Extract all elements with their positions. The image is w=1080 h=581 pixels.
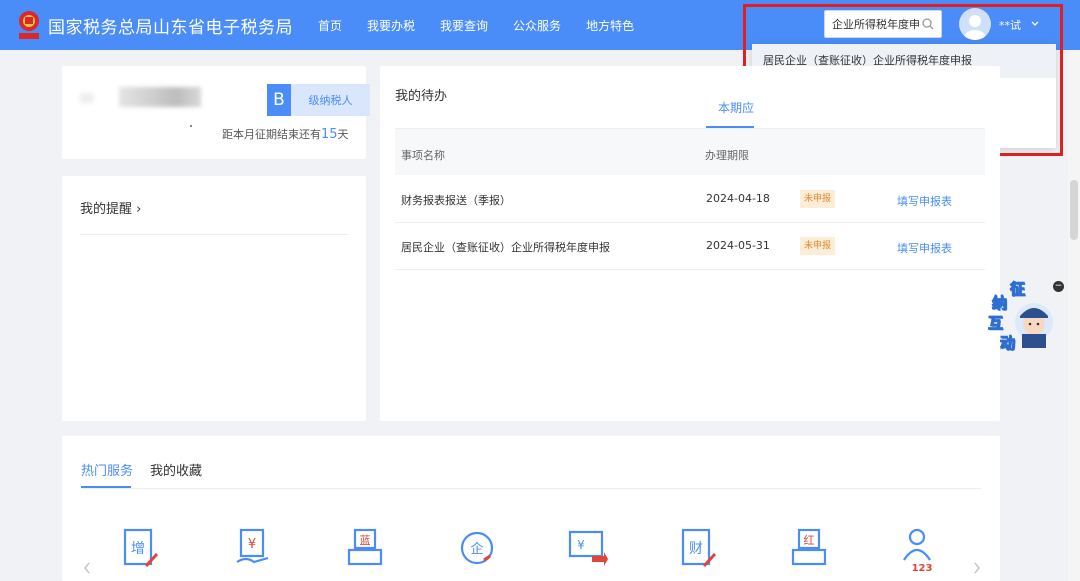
finance-report-icon[interactable]: 财 xyxy=(680,526,720,572)
close-icon[interactable]: − xyxy=(1053,281,1064,292)
icon-glyph: 红 xyxy=(804,534,815,547)
nav-public-service[interactable]: 公众服务 xyxy=(513,17,561,34)
user-avatar[interactable] xyxy=(959,8,991,40)
status-badge: 未申报 xyxy=(800,190,836,208)
search-input[interactable] xyxy=(832,17,920,31)
todo-title: 我的待办 xyxy=(395,89,448,104)
search-box xyxy=(824,10,942,38)
tab-hot-services[interactable]: 热门服务 xyxy=(81,460,133,479)
table-row: 居民企业（查账征收）企业所得税年度申报 2024-05-31 未申报 填写申报表 xyxy=(395,223,985,270)
decorative-dot xyxy=(190,125,192,127)
rmb-transfer-icon[interactable]: ¥ xyxy=(568,526,608,572)
divider xyxy=(80,234,348,235)
fill-declaration-link[interactable]: 填写申报表 xyxy=(897,240,952,256)
scrollbar-thumb[interactable] xyxy=(1070,180,1078,240)
chevron-right-icon[interactable] xyxy=(972,561,982,575)
redacted-company-name xyxy=(119,87,201,107)
table-row: 财务报表报送（季报） 2024-04-18 未申报 填写申报表 xyxy=(395,176,985,223)
vat-invoice-icon[interactable]: 增 xyxy=(122,526,162,572)
nav-tax-handling[interactable]: 我要办税 xyxy=(367,17,415,34)
user-silhouette-icon xyxy=(964,15,986,40)
nav-local-features[interactable]: 地方特色 xyxy=(586,17,634,34)
services-card: 热门服务 我的收藏 增 ¥ 蓝 企 ¥ 财 红 123 xyxy=(62,436,1000,581)
credit-level-letter: B xyxy=(267,84,291,116)
tab-current-period[interactable]: 本期应 xyxy=(718,99,754,116)
icon-glyph: ¥ xyxy=(577,538,585,552)
nav-query[interactable]: 我要查询 xyxy=(440,17,488,34)
main-nav: 首页 我要办税 我要查询 公众服务 地方特色 xyxy=(318,0,659,50)
user-123-icon[interactable]: 123 xyxy=(900,526,940,572)
search-icon[interactable] xyxy=(921,17,935,31)
active-tab-underline xyxy=(81,486,131,488)
deadline-suffix: 天 xyxy=(337,128,349,141)
todo-item-name: 财务报表报送（季报） xyxy=(401,194,511,207)
icon-glyph: 增 xyxy=(131,541,145,557)
page-scrollbar[interactable] xyxy=(1068,50,1080,581)
rmb-hand-icon[interactable]: ¥ xyxy=(234,526,274,572)
red-invoice-print-icon[interactable]: 红 xyxy=(790,526,830,572)
todo-item-name: 居民企业（查账征收）企业所得税年度申报 xyxy=(401,241,610,254)
todo-table-header: 事项名称 办理期限 xyxy=(395,129,985,175)
fill-declaration-link[interactable]: 填写申报表 xyxy=(897,193,952,209)
user-name[interactable]: **试 xyxy=(999,17,1021,33)
mascot-char: 征 xyxy=(1009,280,1026,299)
mascot-char: 互 xyxy=(987,314,1004,333)
icon-glyph: 123 xyxy=(912,563,933,572)
icon-glyph: 财 xyxy=(689,541,703,557)
todo-card: 我的待办 本期应 事项名称 办理期限 财务报表报送（季报） 2024-04-18… xyxy=(380,66,1000,421)
chevron-left-icon[interactable] xyxy=(82,561,92,575)
icon-glyph: ¥ xyxy=(248,537,256,552)
chevron-down-icon[interactable] xyxy=(1030,19,1040,29)
deadline-days: 15 xyxy=(321,127,338,142)
tax-emblem-logo xyxy=(14,8,44,42)
blue-invoice-print-icon[interactable]: 蓝 xyxy=(346,526,386,572)
credit-level-label: 级纳税人 xyxy=(291,84,370,116)
divider xyxy=(81,488,981,489)
icon-glyph: 蓝 xyxy=(360,534,371,547)
deadline-prefix: 距本月征期结束还有 xyxy=(222,128,321,141)
reminder-title-link[interactable]: 我的提醒 › xyxy=(80,198,141,217)
mascot-char: 动 xyxy=(999,334,1016,353)
top-navbar: 国家税务总局山东省电子税务局 首页 我要办税 我要查询 公众服务 地方特色 **… xyxy=(0,0,1080,50)
nav-home[interactable]: 首页 xyxy=(318,17,342,34)
column-header-deadline: 办理期限 xyxy=(705,149,749,162)
deadline-countdown: 距本月征期结束还有15天 xyxy=(222,126,349,142)
redacted-mark xyxy=(80,93,94,103)
active-tab-underline xyxy=(706,126,754,128)
column-header-item-name: 事项名称 xyxy=(401,149,445,162)
reminder-card: 我的提醒 › xyxy=(62,176,366,421)
enterprise-icon[interactable]: 企 xyxy=(458,526,498,572)
icon-glyph: 企 xyxy=(470,541,483,557)
tab-my-favorites[interactable]: 我的收藏 xyxy=(150,460,202,479)
credit-level-badge: B 级纳税人 xyxy=(267,84,370,116)
todo-item-deadline: 2024-05-31 xyxy=(706,239,770,252)
mascot-char: 纳 xyxy=(991,294,1008,313)
interaction-mascot-widget[interactable]: 征 纳 互 动 xyxy=(984,278,1058,356)
status-badge: 未申报 xyxy=(800,237,836,255)
todo-item-deadline: 2024-04-18 xyxy=(706,192,770,205)
site-title: 国家税务总局山东省电子税务局 xyxy=(48,17,293,38)
taxpayer-profile-card: B 级纳税人 距本月征期结束还有15天 xyxy=(62,66,370,159)
